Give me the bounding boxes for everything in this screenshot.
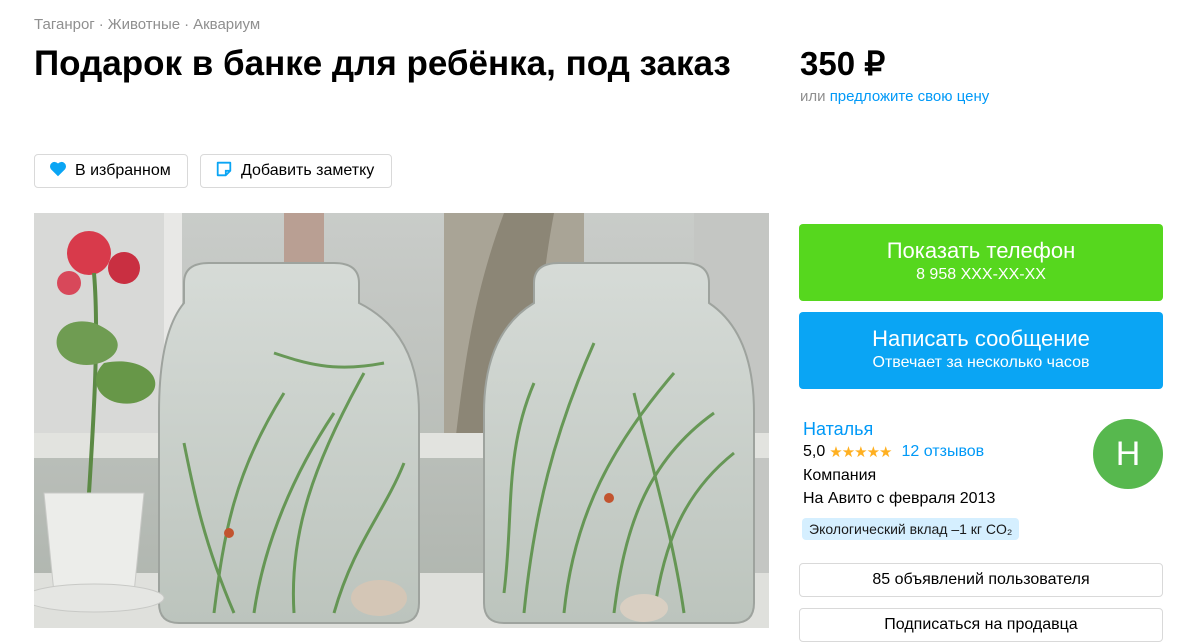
seller-listings-button[interactable]: 85 объявлений пользователя	[799, 563, 1163, 597]
breadcrumb-subcategory[interactable]: Аквариум	[193, 16, 260, 33]
listing-photo[interactable]	[34, 213, 769, 628]
price-suggest-prefix: или	[800, 88, 826, 105]
show-phone-label: Показать телефон	[886, 238, 1076, 263]
add-note-label: Добавить заметку	[241, 162, 375, 179]
breadcrumb-city[interactable]: Таганрог	[34, 16, 95, 33]
seller-name-link[interactable]: Наталья	[803, 419, 873, 440]
favorite-label: В избранном	[75, 162, 171, 179]
rating-stars-icon: ★★★★★	[829, 444, 892, 461]
heart-icon	[49, 161, 67, 182]
phone-masked: 8 958 XXX-XX-XX	[916, 266, 1046, 283]
rating-value: 5,0	[803, 443, 826, 460]
seller-rating: 5,0 ★★★★★ 12 отзывов	[803, 443, 984, 461]
write-message-label: Написать сообщение	[872, 326, 1090, 351]
eco-badge: Экологический вклад –1 кг CO₂	[802, 518, 1020, 540]
breadcrumb-category[interactable]: Животные	[108, 16, 180, 33]
breadcrumb: Таганрог · Животные · Аквариум	[34, 16, 260, 33]
price: 350 ₽	[800, 45, 886, 82]
seller-type: Компания	[803, 467, 877, 484]
breadcrumb-separator: ·	[98, 16, 104, 33]
jars-photo-illustration	[34, 213, 769, 628]
favorite-button[interactable]: В избранном	[34, 154, 188, 188]
seller-since: На Авито с февраля 2013	[803, 490, 996, 507]
sticky-note-icon	[215, 160, 233, 183]
response-time: Отвечает за несколько часов	[872, 354, 1090, 371]
add-note-button[interactable]: Добавить заметку	[200, 154, 392, 188]
show-phone-button[interactable]: Показать телефон 8 958 XXX-XX-XX	[799, 224, 1163, 301]
suggest-price-link[interactable]: предложите свою цену	[830, 88, 990, 105]
page-title: Подарок в банке для ребёнка, под заказ	[34, 44, 731, 83]
breadcrumb-separator: ·	[184, 16, 190, 33]
price-suggest: или предложите свою цену	[800, 88, 989, 105]
write-message-button[interactable]: Написать сообщение Отвечает за несколько…	[799, 312, 1163, 389]
subscribe-seller-button[interactable]: Подписаться на продавца	[799, 608, 1163, 642]
reviews-link[interactable]: 12 отзывов	[902, 443, 985, 461]
seller-avatar[interactable]: Н	[1093, 419, 1163, 489]
